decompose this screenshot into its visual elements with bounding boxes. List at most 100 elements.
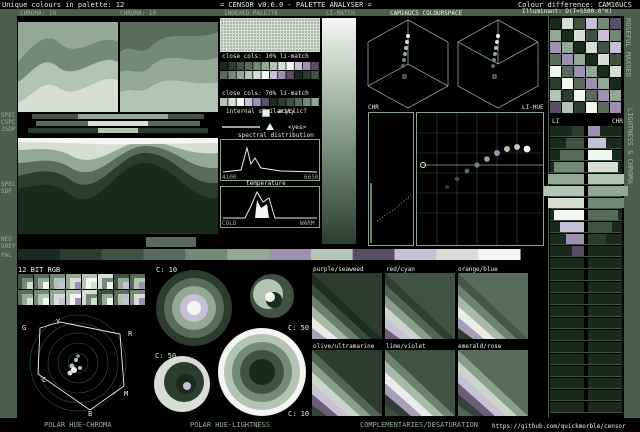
palette-dot	[287, 43, 289, 45]
bar-divider	[550, 136, 622, 137]
palette-dot	[272, 34, 274, 36]
close-colour-swatch	[311, 62, 319, 70]
close-colour-swatch	[269, 98, 278, 106]
palette-dot	[239, 34, 241, 36]
polar-label-g: G	[22, 324, 27, 332]
polar-hue-lightness-title: POLAR HUE-LIGHTNESS	[190, 421, 271, 429]
palette-dot	[233, 46, 235, 48]
palette-dot	[269, 43, 271, 45]
chroma-slot	[588, 270, 622, 280]
github-link[interactable]: https://github.com/quickmorble/censor	[492, 423, 626, 431]
complementaries-grid	[312, 273, 528, 416]
palette-dot	[275, 28, 277, 30]
palette-dot	[227, 49, 229, 51]
swatch-cell	[586, 90, 597, 101]
palette-dot	[284, 25, 286, 27]
palette-dot	[299, 19, 301, 21]
palette-dot	[305, 37, 307, 39]
lightness-slot	[550, 330, 584, 340]
swatch-cell	[598, 78, 609, 89]
palette-dot	[272, 37, 274, 39]
swatch-cell	[562, 90, 573, 101]
palette-dot	[287, 40, 289, 42]
palette-dot	[317, 19, 319, 21]
chr-label: CHR	[368, 104, 379, 111]
palette-dot	[221, 40, 223, 42]
swatch-cell	[574, 90, 585, 101]
palette-dot	[263, 43, 265, 45]
close-colour-swatch	[278, 98, 286, 106]
palette-dot	[239, 22, 241, 24]
palette-dot	[227, 34, 229, 36]
palette-dot	[257, 19, 259, 21]
palette-dot	[272, 31, 274, 33]
palette-dot	[260, 19, 262, 21]
acyclic-value[interactable]: <yes>	[288, 124, 306, 132]
palette-dot	[236, 25, 238, 27]
palette-dot	[314, 34, 316, 36]
lightness-bar	[544, 186, 584, 196]
complementaries-title: COMPLEMENTARIES/DESATURATION	[360, 421, 479, 429]
swatch-cell	[550, 42, 561, 53]
palette-dot	[236, 37, 238, 39]
palette-dot	[251, 43, 253, 45]
rgb-cell-core	[27, 282, 33, 289]
palette-dot	[230, 19, 232, 21]
chroma-slot	[588, 258, 622, 268]
chroma-bar	[588, 150, 612, 160]
palette-dot	[293, 49, 295, 51]
palette-dot	[245, 43, 247, 45]
palette-dot	[257, 37, 259, 39]
chroma-label-2: CHROMA: 10	[120, 10, 157, 17]
palette-dot	[230, 43, 232, 45]
temperature-histogram	[223, 190, 317, 219]
palette-dot	[227, 19, 229, 21]
swatch-cell	[586, 42, 597, 53]
palette-dot	[293, 28, 295, 30]
close-colour-swatch	[278, 62, 286, 70]
palette-dot	[287, 22, 289, 24]
palette-dot	[305, 40, 307, 42]
similarity-slider[interactable]	[222, 122, 282, 132]
palette-dot	[293, 46, 295, 48]
palette-dot	[266, 46, 268, 48]
palette-dot	[296, 46, 298, 48]
bar-divider	[550, 280, 622, 281]
palette-dot	[239, 37, 241, 39]
palette-dot	[266, 37, 268, 39]
palette-dot	[278, 40, 280, 42]
palette-dot	[227, 22, 229, 24]
palette-dot	[242, 28, 244, 30]
palette-dot	[257, 49, 259, 51]
chroma-label: CHROMA: 10	[20, 10, 57, 17]
close-colour-swatch	[236, 62, 245, 70]
close-cols-label-2: close cols: 70% li-match	[222, 90, 309, 97]
close-colour-swatch	[303, 71, 311, 79]
palette-dot	[275, 37, 277, 39]
chroma-slot	[588, 402, 622, 412]
chroma-wave-panel	[18, 22, 118, 112]
lightness-bar	[548, 198, 584, 208]
chroma-slot	[588, 318, 622, 328]
lightness-bar	[560, 150, 584, 160]
close-colour-swatch	[228, 71, 236, 79]
swatch-cell	[610, 90, 621, 101]
neutral-grey-strip	[146, 237, 196, 247]
close-colour-swatch	[269, 62, 278, 70]
palette-dot	[287, 34, 289, 36]
palette-dot	[278, 25, 280, 27]
palette-strip	[18, 249, 521, 260]
palette-dot	[269, 19, 271, 21]
internal-similarity-checkbox[interactable]	[262, 109, 270, 117]
bar-divider	[550, 304, 622, 305]
acyclic-label: acyclic?	[278, 108, 307, 115]
palette-dot	[251, 49, 253, 51]
palette-dot	[236, 22, 238, 24]
close-colour-swatch	[220, 98, 228, 106]
li-hue-plot	[417, 113, 543, 245]
close-cols-label-1: close cols: 10% li-match	[222, 53, 309, 60]
pair-label-1: red/cyan	[386, 266, 415, 273]
indexed-palette-label: INDEXED PALETTE	[224, 10, 279, 17]
palette-dot	[290, 28, 292, 30]
swatch-cell	[550, 90, 561, 101]
